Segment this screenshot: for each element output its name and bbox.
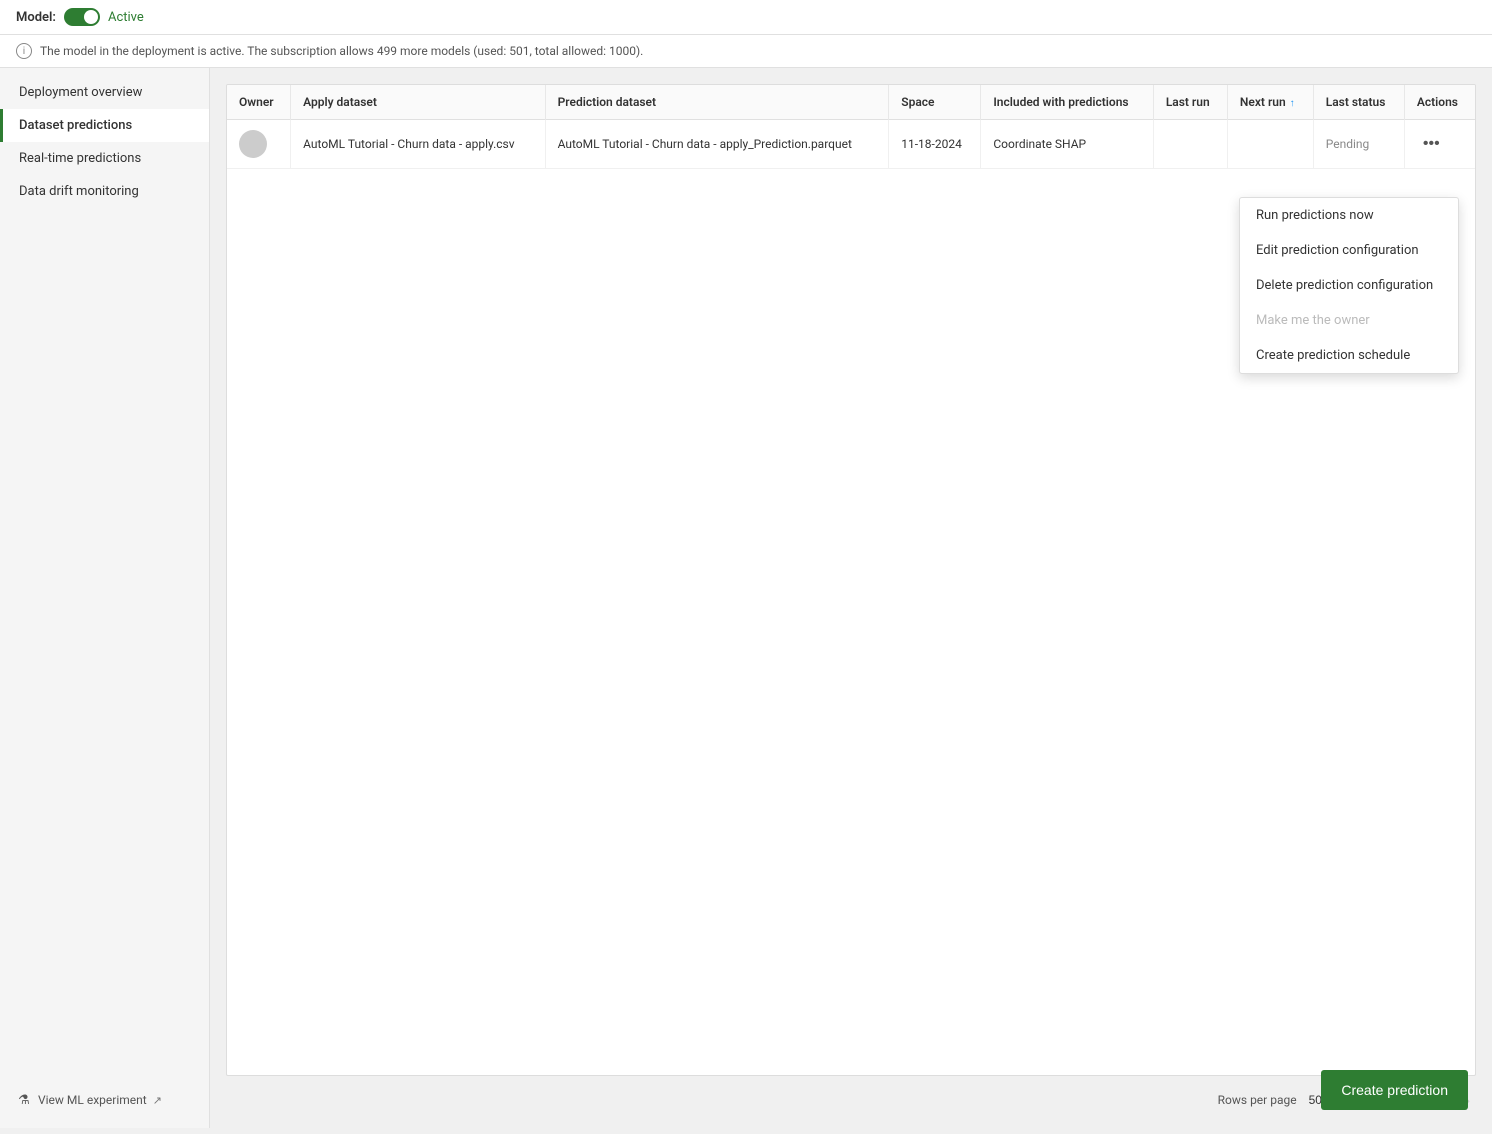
col-last-status: Last status — [1313, 85, 1404, 120]
row-next-run — [1227, 120, 1313, 169]
status-badge: Pending — [1326, 137, 1370, 151]
actions-button[interactable]: ••• — [1417, 133, 1446, 155]
predictions-table: Owner Apply dataset Prediction dataset S… — [227, 85, 1475, 169]
active-status: Active — [108, 10, 144, 25]
dropdown-run-predictions-now[interactable]: Run predictions now — [1240, 198, 1458, 233]
external-link-icon: ↗ — [153, 1094, 162, 1107]
bottom-bar: Rows per page 50 25 100 1–1 of 1 ‹ › — [226, 1076, 1476, 1112]
row-included-with-predictions: Coordinate SHAP — [981, 120, 1153, 169]
content-area: Owner Apply dataset Prediction dataset S… — [210, 68, 1492, 1128]
info-icon: i — [16, 43, 32, 59]
row-actions[interactable]: ••• — [1404, 120, 1475, 169]
rows-per-page-label: Rows per page — [1218, 1093, 1297, 1107]
col-owner: Owner — [227, 85, 291, 120]
row-last-run — [1153, 120, 1227, 169]
dropdown-delete-prediction-configuration[interactable]: Delete prediction configuration — [1240, 268, 1458, 303]
col-apply-dataset: Apply dataset — [291, 85, 545, 120]
table-row: AutoML Tutorial - Churn data - apply.csv… — [227, 120, 1475, 169]
row-owner — [227, 120, 291, 169]
dropdown-create-prediction-schedule[interactable]: Create prediction schedule — [1240, 338, 1458, 373]
info-bar: i The model in the deployment is active.… — [0, 35, 1492, 68]
row-last-status: Pending — [1313, 120, 1404, 169]
col-actions: Actions — [1404, 85, 1475, 120]
col-space: Space — [889, 85, 981, 120]
dropdown-make-me-owner: Make me the owner — [1240, 303, 1458, 338]
owner-avatar — [239, 130, 267, 158]
sidebar: Deployment overview Dataset predictions … — [0, 68, 210, 1128]
sidebar-nav: Deployment overview Dataset predictions … — [0, 76, 209, 208]
row-prediction-dataset: AutoML Tutorial - Churn data - apply_Pre… — [545, 120, 889, 169]
create-prediction-button[interactable]: Create prediction — [1321, 1070, 1468, 1110]
sidebar-item-dataset-predictions[interactable]: Dataset predictions — [0, 109, 209, 142]
dropdown-edit-prediction-configuration[interactable]: Edit prediction configuration — [1240, 233, 1458, 268]
col-prediction-dataset: Prediction dataset — [545, 85, 889, 120]
model-toggle[interactable] — [64, 8, 100, 26]
row-space: 11-18-2024 — [889, 120, 981, 169]
next-run-sort-icon: ↑ — [1290, 98, 1295, 109]
dropdown-menu: Run predictions now Edit prediction conf… — [1239, 197, 1459, 374]
col-included-with-predictions: Included with predictions — [981, 85, 1153, 120]
sidebar-item-realtime-predictions[interactable]: Real-time predictions — [0, 142, 209, 175]
sidebar-item-deployment-overview[interactable]: Deployment overview — [0, 76, 209, 109]
view-ml-experiment-label: View ML experiment — [38, 1093, 147, 1107]
col-next-run: Next run↑ — [1227, 85, 1313, 120]
row-apply-dataset: AutoML Tutorial - Churn data - apply.csv — [291, 120, 545, 169]
model-label: Model: — [16, 10, 56, 25]
table-header-row: Owner Apply dataset Prediction dataset S… — [227, 85, 1475, 120]
experiment-icon: ⚗ — [16, 1092, 32, 1108]
info-message: The model in the deployment is active. T… — [40, 44, 643, 58]
main-layout: Deployment overview Dataset predictions … — [0, 68, 1492, 1128]
col-last-run: Last run — [1153, 85, 1227, 120]
view-ml-experiment-link[interactable]: ⚗ View ML experiment ↗ — [0, 1080, 209, 1120]
sidebar-item-data-drift-monitoring[interactable]: Data drift monitoring — [0, 175, 209, 208]
table-container: Owner Apply dataset Prediction dataset S… — [226, 84, 1476, 1076]
top-bar: Model: Active — [0, 0, 1492, 35]
